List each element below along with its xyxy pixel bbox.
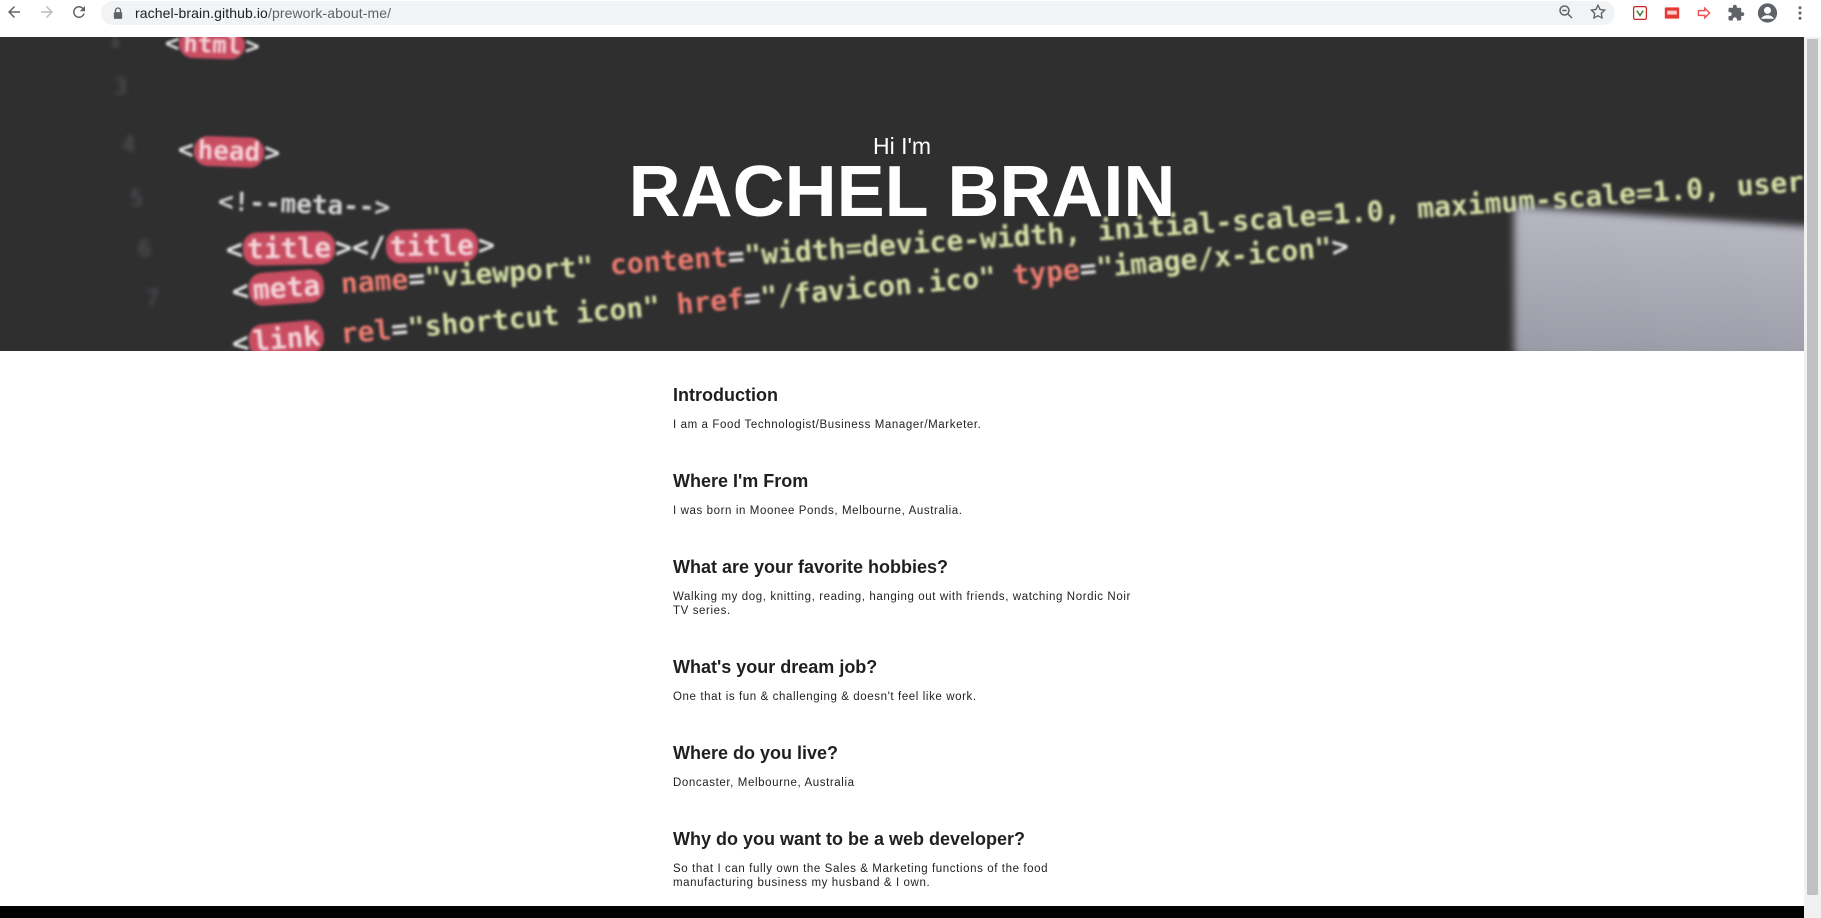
section-text: I was born in Moonee Ponds, Melbourne, A…	[673, 505, 963, 517]
hero-name: RACHEL BRAIN	[628, 152, 1176, 232]
extension-pdf-icon[interactable]	[1661, 3, 1682, 24]
section-text: I am a Food Technologist/Business Manage…	[673, 419, 982, 431]
back-icon[interactable]	[3, 1, 25, 23]
page-footer	[0, 906, 1804, 918]
bookmark-star-icon[interactable]	[1589, 3, 1607, 26]
section-heading: What are your favorite hobbies?	[673, 557, 949, 577]
section-heading: Where I'm From	[673, 471, 809, 491]
section-text: So that I can fully own the Sales & Mark…	[673, 863, 1049, 889]
url-text: rachel-brain.github.io/prework-about-me/	[135, 5, 391, 21]
section-dream-job: What's your dream job? One that is fun &…	[673, 656, 977, 704]
section-where-from: Where I'm From I was born in Moonee Pond…	[673, 470, 963, 518]
extension-shield-icon[interactable]	[1629, 3, 1650, 24]
section-introduction: Introduction I am a Food Technologist/Bu…	[673, 384, 981, 432]
scrollbar-thumb[interactable]	[1807, 39, 1818, 895]
section-heading: What's your dream job?	[673, 657, 878, 677]
address-bar[interactable]: rachel-brain.github.io/prework-about-me/	[101, 1, 1615, 25]
section-heading: Where do you live?	[673, 743, 839, 763]
section-hobbies: What are your favorite hobbies? Walking …	[673, 556, 1133, 618]
reload-icon[interactable]	[68, 1, 90, 23]
vertical-scrollbar[interactable]	[1804, 37, 1821, 918]
menu-kebab-icon[interactable]	[1789, 3, 1810, 24]
section-where-live: Where do you live? Doncaster, Melbourne,…	[673, 742, 855, 790]
hero-banner: 1 3 4 5 6 7 < html > < head > <!--meta--> < t…	[0, 37, 1804, 351]
url-path: /prework-about-me/	[267, 5, 392, 21]
section-text: Walking my dog, knitting, reading, hangi…	[673, 591, 1131, 617]
section-heading: Why do you want to be a web developer?	[673, 829, 1026, 849]
section-text: One that is fun & challenging & doesn't …	[673, 691, 977, 703]
section-text: Doncaster, Melbourne, Australia	[673, 777, 855, 789]
url-host: rachel-brain.github.io	[135, 5, 268, 21]
section-why-web-dev: Why do you want to be a web developer? S…	[673, 828, 1103, 890]
profile-avatar-icon[interactable]	[1757, 3, 1778, 24]
forward-icon[interactable]	[36, 1, 58, 23]
zoom-icon[interactable]	[1557, 3, 1575, 26]
browser-toolbar: rachel-brain.github.io/prework-about-me/	[0, 0, 1821, 36]
extension-arrow-icon[interactable]	[1693, 3, 1714, 24]
lock-icon	[113, 6, 125, 20]
extensions-puzzle-icon[interactable]	[1725, 3, 1746, 24]
section-heading: Introduction	[673, 385, 778, 405]
